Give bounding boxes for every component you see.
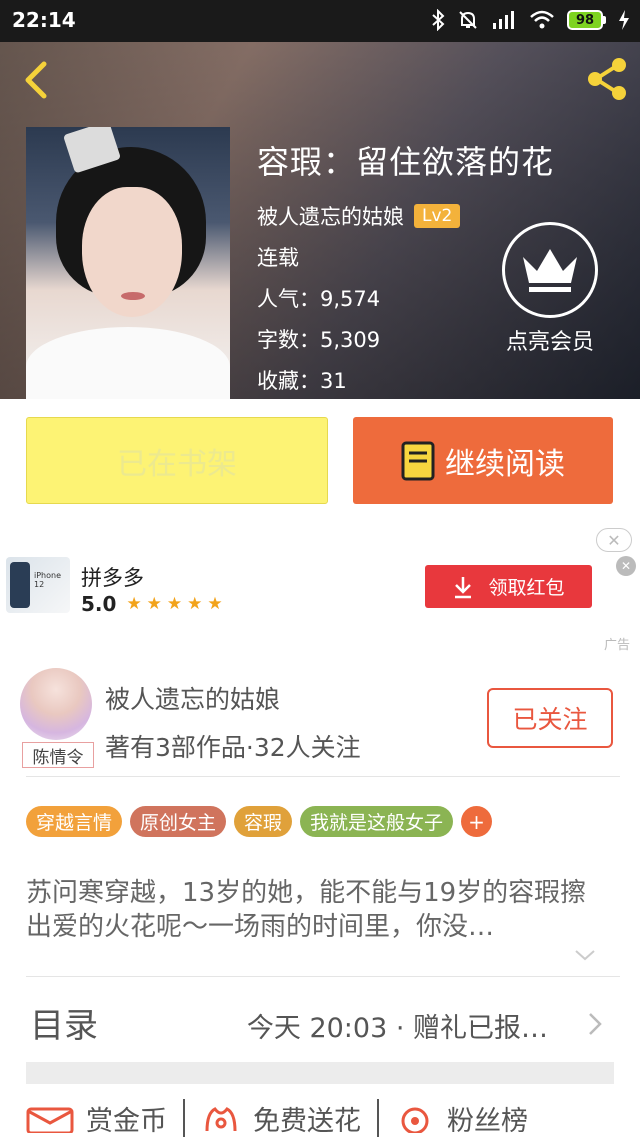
ad-banner[interactable]: iPhone 12 拼多多 5.0 ★★★★★ 领取红包 ✕ ✕ 广告	[0, 522, 640, 658]
book-title: 容瑕：留住欲落的花	[257, 143, 555, 181]
status-icons: 98	[431, 9, 630, 31]
in-shelf-label: 已在书架	[117, 446, 237, 482]
ad-rating: 5.0	[81, 592, 117, 616]
chevron-right-icon	[589, 1013, 602, 1035]
section-separator	[26, 1062, 614, 1084]
ad-app-name: 拼多多	[81, 566, 144, 590]
author-level-badge: Lv2	[414, 204, 461, 228]
ad-tag: 广告	[603, 638, 630, 653]
ad-dismiss-icon[interactable]: ✕	[616, 556, 636, 576]
fan-rank-button[interactable]: 粉丝榜	[395, 1099, 528, 1138]
tag-list: 穿越言情 原创女主 容瑕 我就是这般女子 +	[26, 806, 493, 837]
book-favorites: 收藏：31	[257, 369, 347, 393]
send-flower-label: 免费送花	[253, 1105, 361, 1137]
claim-red-packet-label: 领取红包	[488, 577, 565, 599]
share-icon[interactable]	[584, 56, 630, 102]
tag-3[interactable]: 我就是这般女子	[300, 806, 454, 837]
wifi-icon	[530, 10, 554, 29]
status-bar: 22:14 98	[0, 0, 640, 42]
reward-coins-button[interactable]: 赏金币	[26, 1099, 167, 1138]
continue-reading-button[interactable]: 继续阅读	[353, 417, 613, 504]
battery-level: 98	[567, 10, 603, 30]
expand-chevron-icon[interactable]	[574, 948, 596, 962]
flower-icon	[205, 1107, 237, 1132]
ad-thumbnail: iPhone 12	[6, 557, 70, 613]
table-of-contents-row[interactable]: 目录 今天 20:03 · 赠礼已报…	[26, 998, 620, 1048]
book-description[interactable]: 苏问寒穿越，13岁的她，能不能与19岁的容瑕擦出爱的火花呢～一场雨的时间里，你没…	[26, 876, 606, 944]
continue-reading-label: 继续阅读	[445, 446, 565, 482]
crown-icon	[523, 249, 577, 292]
tag-2[interactable]: 容瑕	[234, 806, 293, 837]
fan-rank-label: 粉丝榜	[447, 1105, 528, 1137]
claim-red-packet-button[interactable]: 领取红包	[425, 565, 592, 608]
toc-latest-update: 今天 20:03 · 赠礼已报…	[246, 1013, 548, 1044]
fan-rank-icon	[401, 1107, 429, 1133]
bottom-action-bar: 赏金币 免费送花 粉丝榜	[26, 1098, 614, 1138]
tag-1[interactable]: 原创女主	[130, 806, 227, 837]
ad-thumb-text: iPhone 12	[34, 571, 62, 589]
mute-bell-icon	[459, 11, 477, 29]
avatar[interactable]	[20, 668, 92, 740]
vip-button[interactable]: 点亮会员	[500, 222, 600, 356]
book-author[interactable]: 被人遗忘的姑娘	[257, 201, 404, 231]
divider	[26, 776, 620, 777]
author-name[interactable]: 被人遗忘的姑娘	[105, 680, 280, 716]
rating-stars-icon: ★★★★★	[126, 594, 228, 614]
divider	[26, 976, 620, 977]
tag-0[interactable]: 穿越言情	[26, 806, 123, 837]
ad-close-icon[interactable]: ✕	[596, 528, 632, 552]
bluetooth-icon	[432, 9, 445, 31]
status-time: 22:14	[12, 8, 76, 32]
follow-button[interactable]: 已关注	[487, 688, 613, 748]
coin-envelope-icon	[26, 1107, 74, 1133]
book-cover[interactable]	[26, 127, 230, 399]
author-section: 陈情令 被人遗忘的姑娘 著有3部作品·32人关注 已关注 穿越言情 原创女主 容…	[0, 658, 640, 1138]
toc-label: 目录	[30, 1006, 98, 1046]
charging-icon	[619, 10, 629, 30]
signal-icon	[493, 11, 514, 29]
back-chevron-icon[interactable]	[16, 58, 56, 102]
book-icon	[401, 441, 435, 480]
book-hero: 容瑕：留住欲落的花 被人遗忘的姑娘 Lv2 连载 人气：9,574 字数：5,3…	[0, 42, 640, 399]
ad-rating-row: 5.0 ★★★★★	[81, 592, 228, 616]
battery-icon: 98	[567, 10, 606, 30]
book-actions: 已在书架 继续阅读	[0, 399, 640, 522]
vip-label: 点亮会员	[505, 330, 594, 355]
avatar-tag: 陈情令	[22, 742, 94, 768]
in-shelf-button[interactable]: 已在书架	[26, 417, 328, 504]
add-tag-button[interactable]: +	[461, 806, 493, 837]
author-stats: 著有3部作品·32人关注	[105, 733, 361, 762]
send-flower-button[interactable]: 免费送花	[201, 1099, 361, 1138]
reward-coins-label: 赏金币	[86, 1105, 167, 1137]
follow-label: 已关注	[512, 705, 588, 734]
download-icon	[455, 576, 472, 598]
